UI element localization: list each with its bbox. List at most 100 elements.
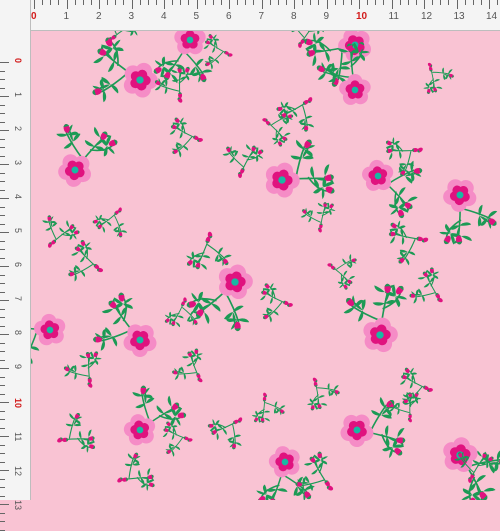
ruler-tick [0,419,5,420]
ruler-tick [66,0,68,9]
ruler-number: 9 [323,11,330,22]
ruler-tick [188,0,190,5]
ruler-tick [497,0,499,5]
flower-icon [222,140,267,178]
ruler-tick [0,317,5,318]
ruler-tick [99,0,100,9]
flower-icon [262,109,296,150]
ruler-number: 5 [193,11,200,22]
ruler-number: 8 [291,11,297,22]
flower-icon [148,23,213,88]
ruler-tick [34,0,35,9]
ruler-tick [0,232,9,233]
ruler-number: 2 [13,126,23,132]
flower-icon [60,347,103,388]
ruler-number: 2 [96,11,102,22]
ruler-tick [0,291,5,293]
ruler-tick [172,0,174,5]
ruler-tick [359,0,360,9]
vertical-ruler: 0 1 2 3 4 5 6 7 8 9 10 11 12 13 [0,0,31,531]
ruler-tick [204,0,206,5]
ruler-tick [0,62,9,63]
ruler-number: 13 [13,500,23,511]
ruler-tick [90,0,92,5]
ruler-tick [164,0,165,9]
ruler-tick [424,0,425,9]
ruler-tick [253,0,255,5]
ruler-tick [0,334,9,335]
flower-icon [57,408,100,454]
ruler-tick [0,138,5,140]
ruler-tick [0,198,9,199]
ruler-tick [0,342,5,344]
ruler-tick [0,521,5,522]
flower-icon [168,346,205,383]
ruler-number: 6 [13,262,23,268]
ruler-number: 5 [13,228,23,234]
ruler-tick [342,0,344,5]
ruler-tick [212,0,214,5]
ruler-tick [0,147,5,148]
ruler-number: 1 [63,11,70,22]
ruler-tick [334,0,336,5]
ruler-tick [0,257,5,259]
ruler-tick [0,113,5,114]
ruler-number: 10 [356,11,368,22]
ruler-tick [229,0,230,9]
ruler-tick [220,0,222,5]
ruler-tick [0,470,9,471]
ruler-tick [0,79,5,80]
ruler-tick [0,189,5,191]
ruler-tick [0,240,5,242]
ruler-tick [107,0,109,5]
ruler-tick [0,393,5,395]
ruler-tick [383,0,385,5]
ruler-tick [0,87,5,89]
flower-icon [386,388,422,423]
ruler-tick [440,0,442,5]
ruler-tick [50,0,52,5]
flower-icon [165,114,203,158]
ruler-tick [489,0,490,9]
flower-icon [255,280,293,323]
ruler-tick [432,0,434,5]
ruler-tick [155,0,157,5]
ruler-tick [0,283,5,284]
ruler-tick [0,402,9,403]
ruler-tick [375,0,377,5]
ruler-tick [0,300,9,301]
flower-icon [205,416,243,453]
ruler-number: 12 [421,11,433,22]
ruler-tick [261,0,263,9]
ruler-tick [464,0,466,5]
flower-icon [305,377,344,414]
ruler-tick [0,249,5,250]
ruler-tick [147,0,149,5]
ruler-tick [269,0,271,5]
ruler-number: 7 [258,11,265,22]
ruler-number: 3 [13,160,23,166]
ruler-tick [115,0,117,5]
ruler-number: 8 [13,330,23,336]
ruler-tick [367,0,369,5]
ruler-tick [0,70,5,72]
ruler-tick [0,495,5,497]
ruler-tick [0,266,9,267]
ruler-number: 12 [13,466,23,477]
flower-icon [161,297,201,331]
ruler-tick [350,0,352,5]
ruler-tick [0,436,9,437]
flower-icon [406,264,443,305]
ruler-number: 7 [13,296,23,302]
ruler-tick [123,0,125,5]
flower-icon [158,418,193,457]
ruler-tick [180,0,182,5]
ruler-tick [0,368,9,369]
ruler-tick [480,0,482,5]
flower-icon [257,133,342,205]
flower-icon [437,171,500,252]
flower-icon [327,253,359,293]
ruler-tick [302,0,304,5]
ruler-tick [0,529,5,531]
flower-icon [382,219,429,268]
